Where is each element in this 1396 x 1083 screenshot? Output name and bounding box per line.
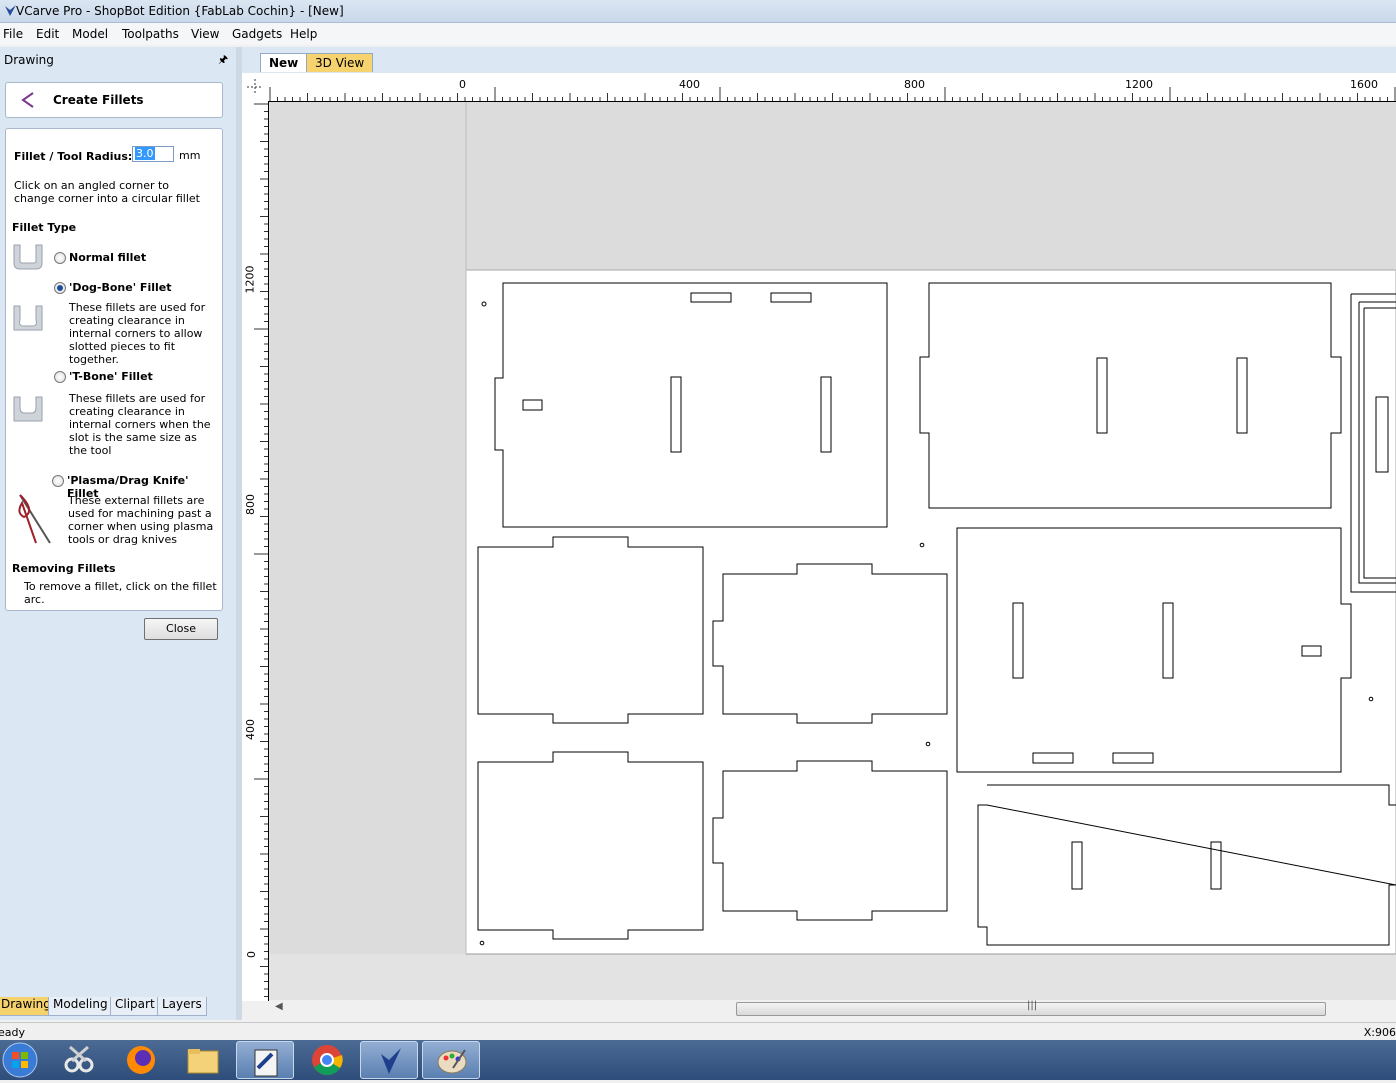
v-ruler-label: 800: [244, 494, 257, 515]
normal-fillet-label: Normal fillet: [69, 251, 147, 264]
panel-header-label: Drawing: [4, 53, 54, 67]
menu-toolpaths[interactable]: Toolpaths: [122, 27, 179, 41]
cursor-coordinates: X:906: [1363, 1026, 1396, 1039]
close-button[interactable]: Close: [144, 618, 218, 640]
file-explorer-icon[interactable]: [174, 1041, 232, 1079]
drawing-canvas[interactable]: [269, 102, 1396, 1000]
dog-bone-fillet-icon: [13, 305, 43, 331]
plasma-fillet-icon: [18, 494, 51, 544]
radius-unit: mm: [179, 149, 201, 162]
menu-view[interactable]: View: [191, 27, 219, 41]
window-title: VCarve Pro - ShopBot Edition {FabLab Coc…: [16, 4, 344, 18]
t-bone-fillet-radio[interactable]: [54, 371, 66, 383]
tab-new[interactable]: New: [260, 53, 308, 72]
status-text: eady: [0, 1026, 26, 1039]
design-sheet[interactable]: [269, 102, 1396, 1000]
dog-bone-fillet-desc: These fillets are used for creating clea…: [69, 301, 206, 366]
plasma-fillet-desc: These external fillets are used for mach…: [68, 494, 214, 546]
fillet-type-heading: Fillet Type: [12, 221, 77, 234]
v-ruler-label: 1200: [243, 265, 257, 294]
t-bone-fillet-label: 'T-Bone' Fillet: [69, 370, 153, 383]
page-title: Create Fillets: [53, 93, 144, 107]
snipping-tool-icon[interactable]: [50, 1041, 108, 1079]
back-arrow-icon[interactable]: [20, 91, 36, 109]
horizontal-scrollbar[interactable]: ◀ |||: [269, 1000, 1396, 1016]
vcarve-doc-icon[interactable]: [236, 1041, 294, 1079]
menu-model[interactable]: Model: [72, 27, 108, 41]
v-ruler-label: 400: [244, 719, 257, 740]
fillet-options-box: Fillet / Tool Radius: 3.0 mm Click on an…: [5, 128, 223, 611]
vcarve-app-icon[interactable]: [360, 1041, 418, 1079]
t-bone-fillet-icon: [13, 396, 43, 422]
start-orb-icon[interactable]: [0, 1041, 42, 1079]
removing-fillets-text: To remove a fillet, click on the fillet …: [24, 580, 217, 606]
firefox-icon[interactable]: [112, 1041, 170, 1079]
horizontal-ruler-ticks: [269, 87, 1396, 101]
v-ruler-label: 0: [245, 951, 258, 958]
tab-modeling[interactable]: Modeling: [48, 997, 113, 1016]
h-ruler-label: 1200: [1125, 78, 1153, 91]
instruction-text: Click on an angled corner to change corn…: [14, 179, 200, 205]
panel-header: Drawing 🖈: [0, 47, 236, 71]
normal-fillet-radio[interactable]: [54, 252, 66, 264]
pin-icon[interactable]: 🖈: [218, 51, 228, 70]
h-ruler-label: 1600: [1350, 78, 1378, 91]
vertical-ruler-ticks: [254, 103, 268, 997]
radius-value: 3.0: [135, 147, 155, 160]
chrome-icon[interactable]: [298, 1041, 356, 1079]
normal-fillet-icon: [13, 244, 43, 270]
ruler-corner[interactable]: [242, 73, 269, 102]
menu-edit[interactable]: Edit: [36, 27, 59, 41]
h-ruler-label: 800: [904, 78, 925, 91]
tab-3d-view[interactable]: 3D View: [306, 53, 374, 72]
menu-bar: File Edit Model Toolpaths View Gadgets H…: [0, 23, 1396, 45]
t-bone-fillet-desc: These fillets are used for creating clea…: [69, 392, 211, 457]
crosshair-icon: [247, 79, 263, 95]
menu-gadgets[interactable]: Gadgets: [232, 27, 282, 41]
menu-file[interactable]: File: [3, 27, 23, 41]
drawing-panel: Drawing 🖈 Create Fillets Fillet / Tool R…: [0, 47, 236, 1020]
h-ruler-label: 0: [459, 78, 466, 91]
radius-input[interactable]: 3.0: [132, 146, 174, 162]
document-tabs: New 3D View: [242, 47, 1396, 73]
paint-icon[interactable]: [422, 1041, 480, 1079]
dog-bone-fillet-radio[interactable]: [54, 282, 66, 294]
title-bar: VCarve Pro - ShopBot Edition {FabLab Coc…: [0, 0, 1396, 23]
tab-layers[interactable]: Layers: [157, 997, 207, 1016]
scroll-left-icon[interactable]: ◀: [275, 1001, 283, 1012]
menu-help[interactable]: Help: [290, 27, 317, 41]
status-bar: eady X:906: [0, 1022, 1396, 1041]
horizontal-ruler: 0 400 800 1200 1600: [268, 73, 1396, 102]
tab-clipart[interactable]: Clipart: [110, 997, 160, 1016]
h-ruler-label: 400: [679, 78, 700, 91]
removing-fillets-heading: Removing Fillets: [12, 562, 116, 575]
dog-bone-fillet-label: 'Dog-Bone' Fillet: [69, 281, 172, 294]
taskbar: [0, 1040, 1396, 1080]
vertical-ruler: 1200 800 400 0: [242, 101, 269, 1001]
grip-icon: |||: [1027, 1000, 1038, 1011]
create-fillets-header: Create Fillets: [5, 82, 223, 118]
radius-label: Fillet / Tool Radius:: [14, 150, 133, 163]
panel-tabs: Drawing Modeling Clipart Layers: [0, 996, 236, 1018]
plasma-fillet-radio[interactable]: [52, 475, 64, 487]
